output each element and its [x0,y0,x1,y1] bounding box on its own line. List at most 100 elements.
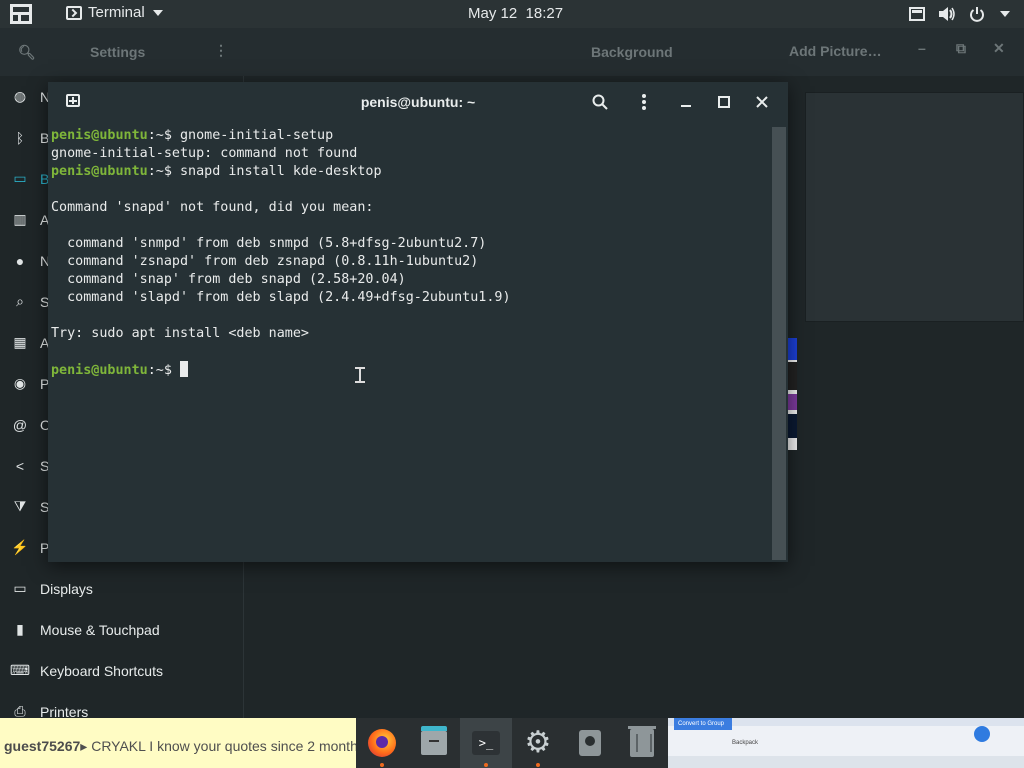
output-text: gnome-initial-setup: command not found [51,146,358,161]
terminal-icon: >_ [472,731,500,755]
sharing-icon: < [15,457,25,474]
search-icon: ⌕ [16,293,24,309]
dock-disks[interactable] [564,718,616,768]
privacy-icon: ◉ [13,375,27,391]
thumbnail-tab: Convert to Group [674,718,732,730]
system-tray[interactable] [908,5,1010,23]
keyboard-icon: ⌨ [9,662,31,678]
power-icon[interactable] [968,5,986,23]
sound-icon: ⧩ [13,498,27,514]
text-cursor [180,361,188,377]
terminal-icon [66,5,82,20]
activities-icon[interactable] [10,4,32,24]
gear-icon: ⚙ [524,726,552,759]
maximize-icon[interactable] [714,92,734,112]
command-text: gnome-initial-setup [180,128,334,143]
chat-text: CRYAKL I know your quotes since 2 month [91,738,356,754]
thumbnail-badge-icon [974,726,990,742]
appearance-icon: ▥ [13,211,27,227]
dock-terminal[interactable]: >_ [460,718,512,768]
sidebar-item-label: Displays [40,580,93,597]
screen-icon[interactable] [908,5,926,23]
files-icon [421,726,447,755]
sidebar-item-label: Keyboard Shortcuts [40,662,163,679]
prompt-suffix: :~$ [147,164,180,179]
online-accounts-icon: @ [12,416,28,433]
top-bar: Terminal May 12 18:27 [0,0,1024,28]
desktop: Terminal May 12 18:27 🔍︎ Settings ⋮ Back… [0,0,1024,768]
power-icon: ⚡ [11,539,29,555]
prompt-user: penis@ubuntu [51,363,148,378]
scrollbar-thumb[interactable] [772,127,786,560]
screen-thumbnail: Convert to Group Backpack [668,718,1024,768]
running-indicator [536,763,540,767]
terminal-window[interactable]: penis@ubuntu: ~ penis@ubuntu:~$ gnome-in… [48,82,788,562]
prompt-user: penis@ubuntu [51,164,148,179]
volume-icon[interactable] [938,5,956,23]
sidebar-item[interactable]: ▭ Displays [0,568,244,609]
applications-icon: ▦ [13,334,27,350]
output-text: command 'slapd' from deb slapd (2.4.49+d… [51,290,511,305]
menu-icon[interactable] [634,92,654,112]
clock[interactable]: May 12 18:27 [468,5,563,22]
dock-trash[interactable] [616,718,668,768]
output-line: Command 'snapd' not found, did you mean: [51,199,769,217]
maximize-icon[interactable]: ⧉ [956,40,966,57]
notifications-icon: ● [15,252,25,269]
displays-icon: ▭ [13,580,27,596]
menu-icon[interactable]: ⋮ [214,42,228,59]
terminal-output[interactable]: penis@ubuntu:~$ gnome-initial-setup gnome… [51,127,769,557]
text-cursor-icon [355,367,365,383]
mouse-icon: ▮ [16,621,24,637]
command-text: snapd install kde-desktop [180,164,382,179]
disk-icon [579,730,601,756]
terminal-scrollbar[interactable] [772,127,786,560]
sidebar-item[interactable]: ⌨ Keyboard Shortcuts [0,650,244,691]
background-preview [805,92,1024,322]
settings-title: Settings [90,44,146,60]
output-text: command 'zsnapd' from deb zsnapd (0.8.11… [51,254,479,269]
output-text: Command 'snapd' not found, did you mean: [51,200,374,215]
output-line: command 'snmpd' from deb snmpd (5.8+dfsg… [51,235,769,253]
output-line: command 'slapd' from deb slapd (2.4.49+d… [51,289,769,307]
dock-firefox[interactable] [356,718,408,768]
close-icon[interactable] [752,92,772,112]
chevron-down-icon[interactable] [1000,11,1010,17]
app-menu-label: Terminal [88,4,145,21]
prompt-line: penis@ubuntu:~$ gnome-initial-setup [51,127,769,145]
clock-time: 18:27 [525,5,564,22]
sidebar-item-label: Mouse & Touchpad [40,621,160,638]
chat-message: guest75267▸ CRYAKL I know your quotes si… [4,738,356,754]
dock-files[interactable] [408,718,460,768]
dock-settings[interactable]: ⚙ [512,718,564,768]
close-icon[interactable]: ✕ [993,40,1005,57]
network-icon: ◍ [13,88,27,104]
output-line: gnome-initial-setup: command not found [51,145,769,163]
app-menu[interactable]: Terminal [66,4,163,21]
firefox-icon [368,729,396,757]
thumbnail-text: Backpack [732,740,759,746]
prompt-suffix: :~$ [147,128,180,143]
bluetooth-icon: ᛒ [15,129,25,146]
chat-overlay: guest75267▸ CRYAKL I know your quotes si… [0,718,356,768]
search-icon[interactable]: 🔍︎ [18,44,36,61]
output-line: command 'zsnapd' from deb zsnapd (0.8.11… [51,253,769,271]
prompt-user: penis@ubuntu [51,128,148,143]
prompt-line: penis@ubuntu:~$ snapd install kde-deskto… [51,163,769,181]
terminal-headerbar[interactable]: penis@ubuntu: ~ [48,82,788,122]
search-icon[interactable] [590,92,610,112]
minimize-icon[interactable]: – [918,40,926,56]
trash-icon [628,726,656,757]
minimize-icon[interactable] [676,92,696,112]
running-indicator [380,763,384,767]
chat-user: guest75267 [4,738,81,754]
output-line: command 'snap' from deb snapd (2.58+20.0… [51,271,769,289]
sidebar-item[interactable]: ▮ Mouse & Touchpad [0,609,244,650]
output-text: Try: sudo apt install <deb name> [51,326,309,341]
panel-title: Background [591,44,673,60]
add-picture-button[interactable]: Add Picture… [789,43,882,59]
